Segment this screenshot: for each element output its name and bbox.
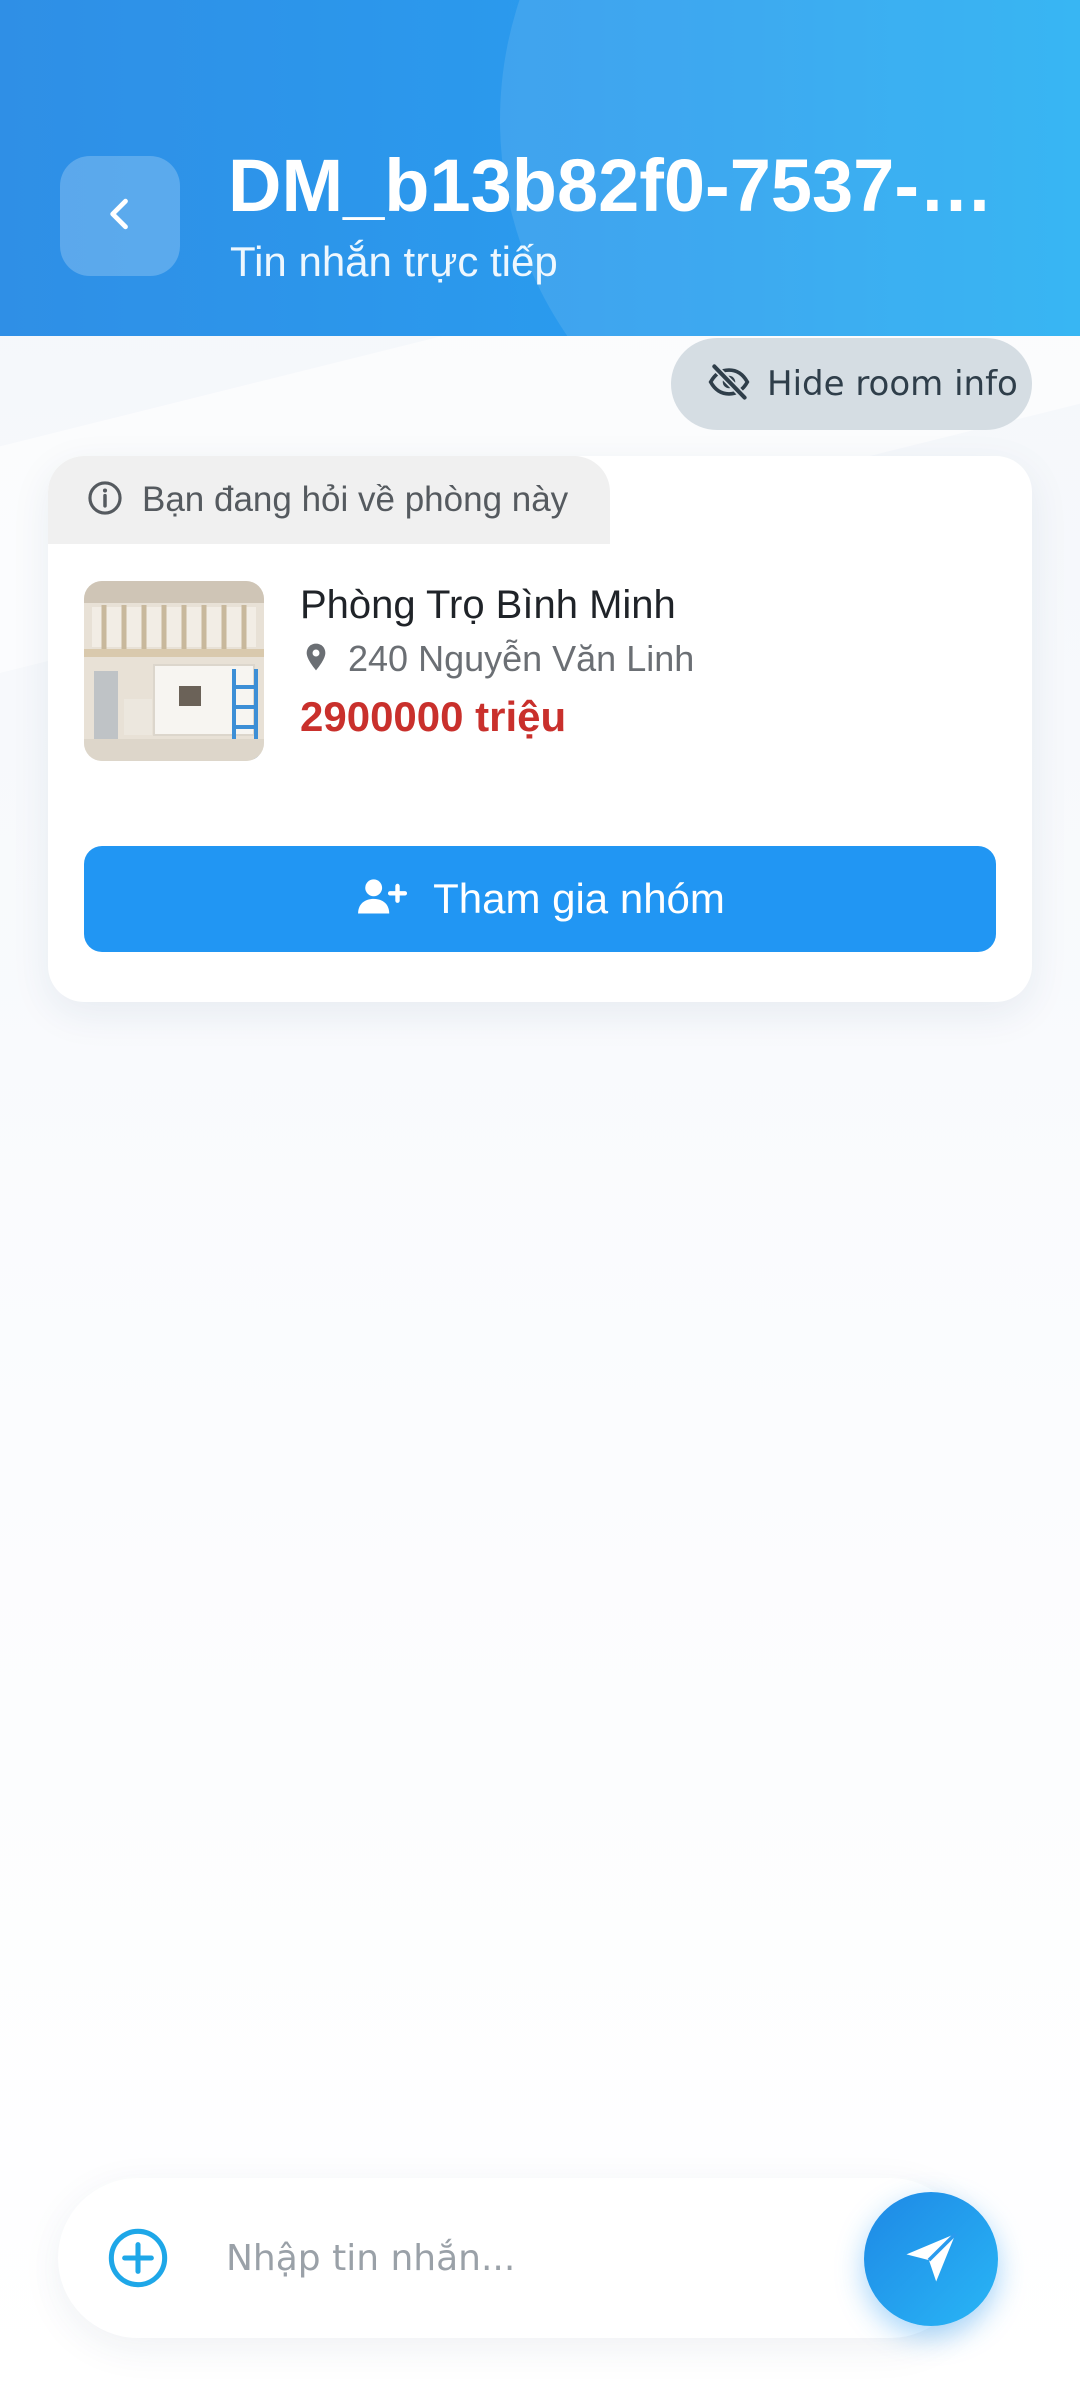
send-button[interactable] bbox=[864, 2192, 998, 2326]
chat-header: DM_b13b82f0-7537-4... Tin nhắn trực tiếp bbox=[0, 0, 1080, 336]
room-address: 240 Nguyễn Văn Linh bbox=[348, 638, 695, 679]
room-info-card: Bạn đang hỏi về phòng này Phòng Trọ Bình… bbox=[48, 456, 1032, 1002]
room-card-header: Bạn đang hỏi về phòng này bbox=[48, 456, 610, 544]
chat-screen: DM_b13b82f0-7537-4... Tin nhắn trực tiếp… bbox=[0, 0, 1080, 2400]
eye-off-icon bbox=[707, 360, 751, 409]
room-price: 2900000 triệu bbox=[300, 693, 567, 740]
location-pin-icon bbox=[300, 639, 332, 680]
room-thumbnail[interactable] bbox=[84, 581, 264, 761]
info-icon bbox=[86, 479, 124, 522]
room-card-header-label: Bạn đang hỏi về phòng này bbox=[142, 480, 569, 519]
hide-room-info-label: Hide room info bbox=[767, 364, 1018, 404]
chat-subtitle: Tin nhắn trực tiếp bbox=[230, 238, 558, 285]
plus-circle-icon[interactable] bbox=[106, 2226, 170, 2290]
user-plus-icon bbox=[355, 875, 408, 924]
room-address-row: 240 Nguyễn Văn Linh bbox=[300, 636, 694, 682]
join-group-label: Tham gia nhóm bbox=[433, 875, 725, 922]
chevron-left-icon bbox=[98, 192, 142, 241]
room-name: Phòng Trọ Bình Minh bbox=[300, 583, 676, 627]
chat-title: DM_b13b82f0-7537-4... bbox=[228, 144, 1008, 227]
message-input[interactable] bbox=[224, 2224, 844, 2292]
send-icon bbox=[900, 2226, 962, 2293]
back-button[interactable] bbox=[60, 156, 180, 276]
hide-room-info-button[interactable]: Hide room info bbox=[671, 338, 1032, 430]
join-group-button[interactable]: Tham gia nhóm bbox=[84, 846, 996, 952]
message-composer bbox=[58, 2178, 970, 2338]
